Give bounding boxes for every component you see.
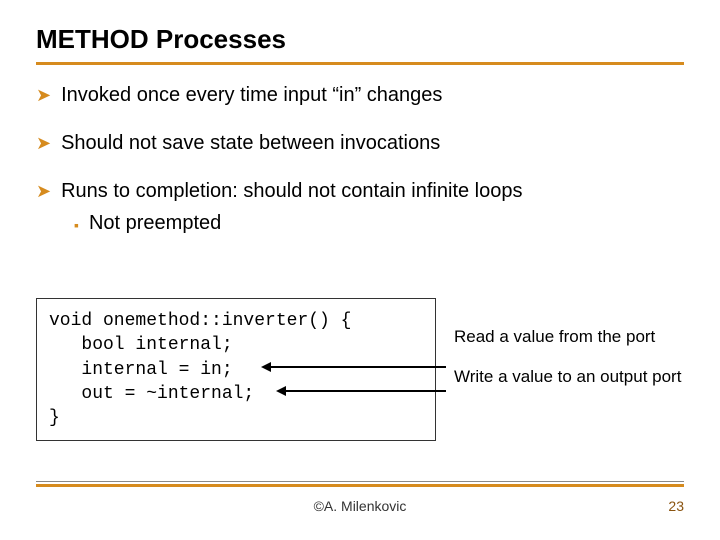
bullet-item: ➤ Invoked once every time input “in” cha… <box>36 82 684 108</box>
sub-bullet-item: ▪ Not preempted <box>74 212 684 235</box>
annotation-text: Read a value from the port <box>454 326 684 347</box>
chevron-right-icon: ➤ <box>36 180 51 203</box>
sub-bullet-text: Not preempted <box>89 212 221 235</box>
footer-accent-rule <box>36 484 684 487</box>
chevron-right-icon: ➤ <box>36 132 51 155</box>
bullet-text: Should not save state between invocation… <box>61 130 440 156</box>
bullet-item: ➤ Should not save state between invocati… <box>36 130 684 156</box>
chevron-right-icon: ➤ <box>36 84 51 107</box>
title-underline <box>36 62 684 65</box>
arrow-head-icon <box>276 386 286 396</box>
square-bullet-icon: ▪ <box>74 217 79 233</box>
annotation-text: Write a value to an output port <box>454 366 684 387</box>
code-line: bool internal; <box>49 335 233 355</box>
arrow-line-icon <box>286 390 446 392</box>
code-line: out = ~internal; <box>49 384 254 404</box>
slide-title: METHOD Processes <box>36 24 286 55</box>
bullet-item: ➤ Runs to completion: should not contain… <box>36 178 684 204</box>
code-line: internal = in; <box>49 360 233 380</box>
bullet-text: Invoked once every time input “in” chang… <box>61 82 442 108</box>
footer-author: ©A. Milenkovic <box>0 498 720 514</box>
arrow-head-icon <box>261 362 271 372</box>
arrow-line-icon <box>271 366 446 368</box>
footer-rule <box>36 481 684 482</box>
bullet-text: Runs to completion: should not contain i… <box>61 178 522 204</box>
footer-page-number: 23 <box>668 498 684 514</box>
code-line: } <box>49 408 60 428</box>
slide-body: ➤ Invoked once every time input “in” cha… <box>36 82 684 257</box>
code-line: void onemethod::inverter() { <box>49 311 351 331</box>
code-box: void onemethod::inverter() { bool intern… <box>36 298 436 441</box>
